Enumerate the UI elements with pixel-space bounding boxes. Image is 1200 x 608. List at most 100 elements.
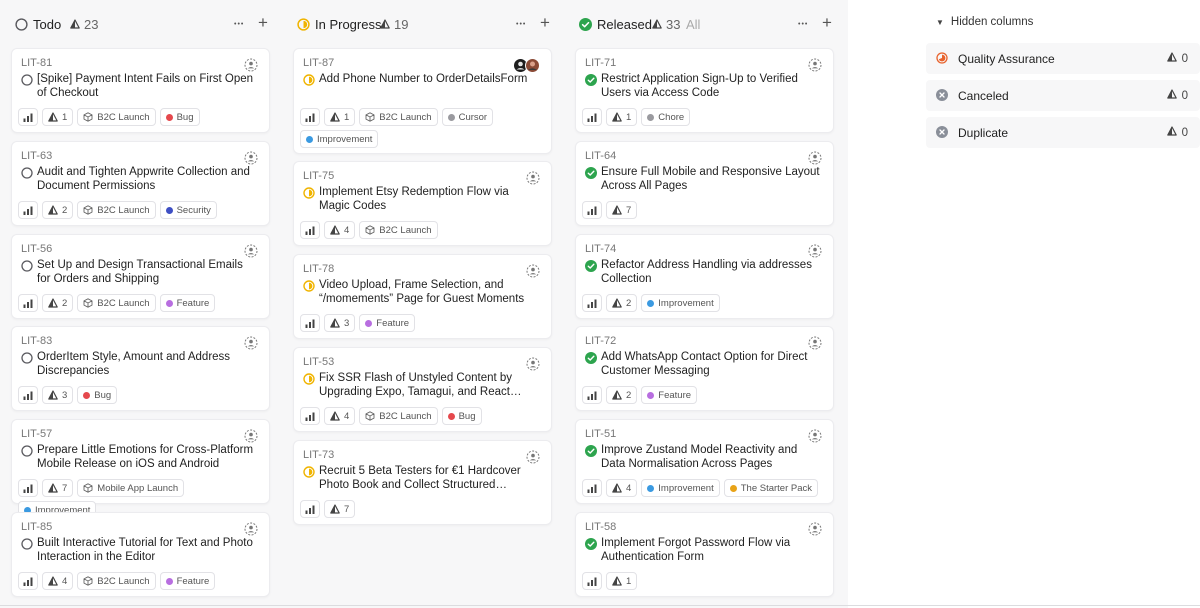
priority-bars-icon[interactable] [300, 108, 320, 126]
estimate-chip[interactable]: 4 [324, 407, 356, 425]
label-chip[interactable]: Improvement [300, 130, 379, 148]
unassigned-avatar-icon[interactable] [526, 357, 540, 371]
project-chip[interactable]: B2C Launch [77, 108, 156, 126]
label-chip[interactable]: Bug [441, 407, 482, 425]
issue-card[interactable]: LIT-73 Recruit 5 Beta Testers for €1 Hard… [293, 440, 552, 525]
released-status-icon[interactable] [585, 167, 597, 179]
estimate-chip[interactable]: 1 [42, 108, 74, 126]
issue-card[interactable]: LIT-75 Implement Etsy Redemption Flow via… [293, 161, 552, 246]
priority-bars-icon[interactable] [300, 314, 320, 332]
estimate-chip[interactable]: 2 [606, 294, 638, 312]
progress-status-icon[interactable] [303, 373, 315, 385]
unassigned-avatar-icon[interactable] [244, 336, 258, 350]
unassigned-avatar-icon[interactable] [244, 429, 258, 443]
priority-bars-icon[interactable] [582, 479, 602, 497]
issue-card[interactable]: LIT-57 Prepare Little Emotions for Cross-… [11, 419, 270, 519]
unassigned-avatar-icon[interactable] [244, 244, 258, 258]
estimate-chip[interactable]: 7 [606, 201, 638, 219]
label-chip[interactable]: Bug [77, 386, 118, 404]
unassigned-avatar-icon[interactable] [808, 151, 822, 165]
progress-status-icon[interactable] [303, 280, 315, 292]
released-status-icon[interactable] [585, 538, 597, 550]
issue-card[interactable]: LIT-72 Add WhatsApp Contact Option for Di… [575, 326, 834, 411]
issue-card[interactable]: LIT-78 Video Upload, Frame Selection, and… [293, 254, 552, 339]
estimate-chip[interactable]: 3 [42, 386, 74, 404]
estimate-chip[interactable]: 4 [324, 221, 356, 239]
plus-icon[interactable]: + [822, 13, 832, 33]
estimate-chip[interactable]: 4 [42, 572, 74, 590]
plus-icon[interactable]: + [540, 13, 550, 33]
estimate-chip[interactable]: 2 [42, 201, 74, 219]
estimate-chip[interactable]: 1 [324, 108, 356, 126]
more-horizontal-icon[interactable]: ••• [516, 21, 526, 28]
released-status-icon[interactable] [585, 445, 597, 457]
priority-bars-icon[interactable] [18, 294, 38, 312]
progress-status-icon[interactable] [303, 466, 315, 478]
issue-card[interactable]: LIT-53 Fix SSR Flash of Unstyled Content … [293, 347, 552, 432]
label-chip[interactable]: Improvement [641, 479, 720, 497]
priority-bars-icon[interactable] [300, 407, 320, 425]
released-status-icon[interactable] [585, 260, 597, 272]
project-chip[interactable]: Mobile App Launch [77, 479, 185, 497]
estimate-chip[interactable]: 1 [606, 572, 638, 590]
unassigned-avatar-icon[interactable] [244, 151, 258, 165]
priority-bars-icon[interactable] [18, 572, 38, 590]
label-chip[interactable]: Chore [641, 108, 691, 126]
unassigned-avatar-icon[interactable] [526, 264, 540, 278]
issue-card[interactable]: LIT-85 Built Interactive Tutorial for Tex… [11, 512, 270, 597]
todo-status-icon[interactable] [21, 445, 33, 457]
todo-status-icon[interactable] [21, 74, 33, 86]
todo-status-icon[interactable] [21, 538, 33, 550]
project-chip[interactable]: B2C Launch [359, 407, 438, 425]
project-chip[interactable]: B2C Launch [77, 294, 156, 312]
progress-status-icon[interactable] [303, 187, 315, 199]
issue-card[interactable]: LIT-87 Add Phone Number to OrderDetailsFo… [293, 48, 552, 154]
estimate-chip[interactable]: 1 [606, 108, 638, 126]
priority-bars-icon[interactable] [582, 572, 602, 590]
estimate-chip[interactable]: 4 [606, 479, 638, 497]
priority-bars-icon[interactable] [300, 500, 320, 518]
progress-status-icon[interactable] [303, 74, 315, 86]
estimate-chip[interactable]: 7 [42, 479, 74, 497]
todo-status-icon[interactable] [21, 260, 33, 272]
unassigned-avatar-icon[interactable] [808, 429, 822, 443]
project-chip[interactable]: B2C Launch [359, 108, 438, 126]
label-chip[interactable]: Security [159, 201, 217, 219]
estimate-chip[interactable]: 2 [606, 386, 638, 404]
unassigned-avatar-icon[interactable] [808, 58, 822, 72]
released-status-icon[interactable] [585, 352, 597, 364]
hidden-column-canceled[interactable]: Canceled 0 [926, 80, 1200, 111]
label-chip[interactable]: Cursor [441, 108, 494, 126]
unassigned-avatar-icon[interactable] [244, 58, 258, 72]
priority-bars-icon[interactable] [18, 108, 38, 126]
estimate-chip[interactable]: 2 [42, 294, 74, 312]
issue-card[interactable]: LIT-64 Ensure Full Mobile and Responsive … [575, 141, 834, 226]
label-chip[interactable]: Feature [159, 294, 216, 312]
priority-bars-icon[interactable] [582, 386, 602, 404]
unassigned-avatar-icon[interactable] [526, 450, 540, 464]
plus-icon[interactable]: + [258, 13, 268, 33]
hidden-column-duplicate[interactable]: Duplicate 0 [926, 117, 1200, 148]
issue-card[interactable]: LIT-74 Refactor Address Handling via addr… [575, 234, 834, 319]
issue-card[interactable]: LIT-51 Improve Zustand Model Reactivity a… [575, 419, 834, 504]
label-chip[interactable]: Feature [159, 572, 216, 590]
more-horizontal-icon[interactable]: ••• [798, 21, 808, 28]
issue-card[interactable]: LIT-56 Set Up and Design Transactional Em… [11, 234, 270, 319]
issue-card[interactable]: LIT-83 OrderItem Style, Amount and Addres… [11, 326, 270, 411]
released-status-icon[interactable] [585, 74, 597, 86]
estimate-chip[interactable]: 7 [324, 500, 356, 518]
label-chip[interactable]: Bug [159, 108, 200, 126]
issue-card[interactable]: LIT-71 Restrict Application Sign-Up to Ve… [575, 48, 834, 133]
priority-bars-icon[interactable] [18, 386, 38, 404]
hidden-columns-toggle[interactable]: ▼ Hidden columns [936, 16, 1033, 28]
issue-card[interactable]: LIT-63 Audit and Tighten Appwrite Collect… [11, 141, 270, 226]
unassigned-avatar-icon[interactable] [244, 522, 258, 536]
label-chip[interactable]: Feature [359, 314, 416, 332]
estimate-chip[interactable]: 3 [324, 314, 356, 332]
project-chip[interactable]: B2C Launch [359, 221, 438, 239]
label-chip[interactable]: The Starter Pack [723, 479, 819, 497]
hidden-column-quality-assurance[interactable]: Quality Assurance 0 [926, 43, 1200, 74]
project-chip[interactable]: B2C Launch [77, 201, 156, 219]
unassigned-avatar-icon[interactable] [808, 244, 822, 258]
issue-card[interactable]: LIT-58 Implement Forgot Password Flow via… [575, 512, 834, 597]
